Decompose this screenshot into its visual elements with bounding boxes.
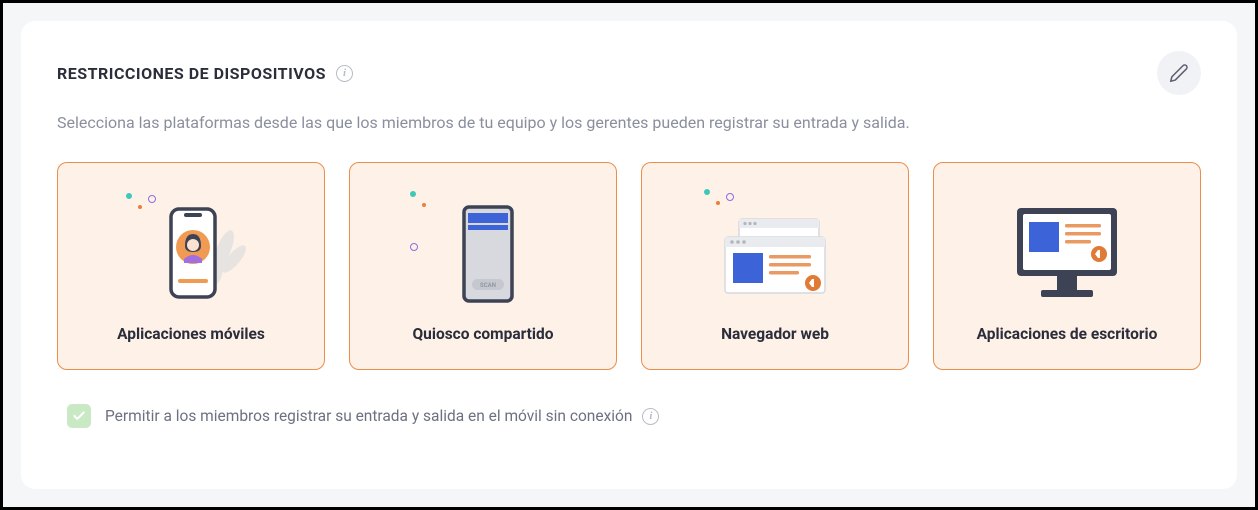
option-mobile-apps[interactable]: Aplicaciones móviles bbox=[57, 162, 325, 370]
offline-checkbox-row: Permitir a los miembros registrar su ent… bbox=[67, 404, 1201, 428]
browser-illustration bbox=[656, 187, 894, 324]
offline-checkbox-label: Permitir a los miembros registrar su ent… bbox=[105, 407, 659, 425]
info-icon[interactable]: i bbox=[642, 408, 659, 425]
option-web-browser[interactable]: Navegador web bbox=[641, 162, 909, 370]
kiosk-illustration: SCAN bbox=[364, 187, 602, 324]
option-label: Aplicaciones de escritorio bbox=[977, 324, 1158, 345]
mobile-illustration bbox=[72, 187, 310, 324]
title-group: RESTRICCIONES DE DISPOSITIVOS i bbox=[57, 64, 353, 83]
offline-label-text: Permitir a los miembros registrar su ent… bbox=[105, 407, 632, 425]
checkmark-icon bbox=[72, 409, 86, 423]
device-restrictions-card: RESTRICCIONES DE DISPOSITIVOS i Seleccio… bbox=[21, 21, 1237, 489]
offline-checkbox[interactable] bbox=[67, 404, 91, 428]
section-subtitle: Selecciona las plataformas desde las que… bbox=[57, 113, 1201, 132]
card-header: RESTRICCIONES DE DISPOSITIVOS i bbox=[57, 51, 1201, 95]
option-label: Aplicaciones móviles bbox=[117, 324, 265, 345]
section-title: RESTRICCIONES DE DISPOSITIVOS bbox=[57, 64, 326, 83]
edit-button[interactable] bbox=[1157, 51, 1201, 95]
platform-options-row: Aplicaciones móviles SCAN Quiosco bbox=[57, 162, 1201, 370]
option-desktop-apps[interactable]: Aplicaciones de escritorio bbox=[933, 162, 1201, 370]
pencil-icon bbox=[1169, 63, 1189, 83]
option-label: Quiosco compartido bbox=[413, 324, 554, 345]
desktop-illustration bbox=[948, 187, 1186, 324]
info-icon[interactable]: i bbox=[336, 65, 353, 82]
svg-text:SCAN: SCAN bbox=[480, 282, 496, 289]
option-label: Navegador web bbox=[721, 324, 829, 345]
option-shared-kiosk[interactable]: SCAN Quiosco compartido bbox=[349, 162, 617, 370]
